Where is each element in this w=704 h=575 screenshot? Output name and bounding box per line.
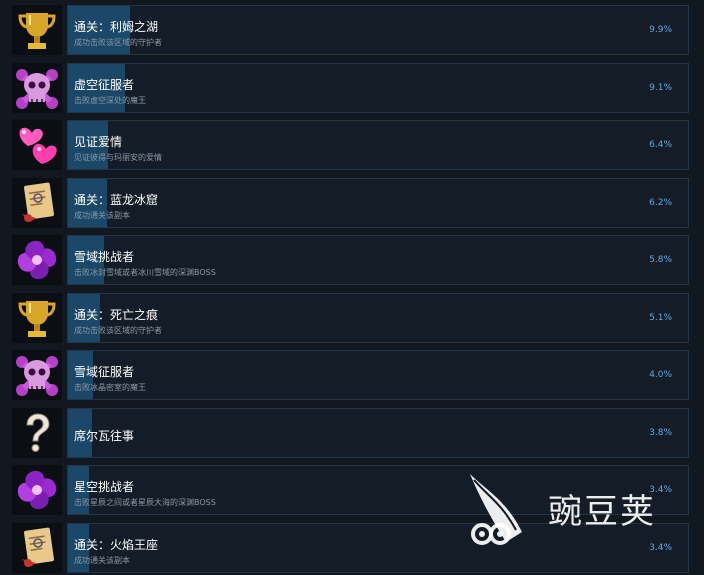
unlock-percentage: 3.8% (649, 427, 672, 438)
achievement-card: 见证爱情见证彼得与玛丽安的爱情 6.4% (67, 120, 689, 170)
achievement-row: 虚空征服者击败虚空深处的魔王 9.1% (0, 61, 704, 115)
achievement-card: 通关：利姆之湖成功击败该区域的守护者 9.9% (67, 5, 689, 55)
unlock-percentage: 6.4% (649, 140, 672, 150)
achievement-title: 席尔瓦往事 (74, 428, 135, 443)
achievement-card: 通关：死亡之痕成功击败该区域的守护者 5.1% (67, 292, 689, 343)
achievement-title: 通关：火焰王座 (74, 537, 159, 552)
achievement-description: 成功通关该副本 (74, 555, 130, 565)
purple-vortex-icon (12, 235, 62, 285)
unlock-percentage: 6.2% (649, 197, 672, 208)
achievement-title: 通关：利姆之湖 (74, 20, 159, 34)
achievement-card: 虚空征服者击败虚空深处的魔王 9.1% (67, 62, 689, 113)
achievement-row: 雪域挑战者击败冰封雪域或者冰川雪域的深渊BOSS 5.8% (0, 233, 704, 287)
unlock-percentage: 4.0% (649, 370, 672, 380)
unlock-percentage: 5.8% (649, 255, 672, 265)
hearts-icon (12, 120, 62, 170)
achievement-title: 雪域征服者 (74, 365, 135, 379)
achievement-row: 雪域征服者击败冰晶密室的魔王 4.0% (0, 348, 704, 402)
golden-trophy-icon (12, 5, 62, 55)
achievement-row: 通关：死亡之痕成功击败该区域的守护者 5.1% (0, 291, 704, 345)
question-mark-icon (12, 407, 62, 458)
achievement-description: 成功通关该副本 (74, 210, 130, 220)
purple-skull-icon (12, 350, 62, 400)
achievement-title: 星空挑战者 (74, 480, 135, 494)
unlock-percentage: 5.1% (649, 312, 672, 323)
watermark-text: 豌豆荚 (548, 492, 656, 532)
unlock-percentage: 9.9% (649, 25, 672, 35)
achievement-card: 雪域挑战者击败冰封雪域或者冰川雪域的深渊BOSS 5.8% (67, 235, 689, 285)
achievement-description: 见证彼得与玛丽安的爱情 (74, 153, 162, 162)
pea-pod-logo-icon (470, 474, 522, 545)
purple-skull-icon (12, 62, 62, 113)
achievement-row: 见证爱情见证彼得与玛丽安的爱情 6.4% (0, 118, 704, 172)
achievement-description: 击败冰封雪域或者冰川雪域的深渊BOSS (74, 268, 216, 277)
scroll-icon (12, 522, 62, 573)
achievement-title: 雪域挑战者 (74, 250, 135, 264)
achievement-description: 击败冰晶密室的魔王 (74, 383, 146, 392)
achievement-title: 通关：蓝龙冰窟 (74, 192, 159, 207)
achievement-title: 通关：死亡之痕 (74, 307, 159, 322)
watermark: 豌豆荚 (462, 470, 702, 550)
purple-vortex-icon (12, 465, 62, 515)
achievement-description: 击败虚空深处的魔王 (74, 95, 146, 105)
achievement-description: 成功击败该区域的守护者 (74, 325, 162, 335)
achievement-card: 席尔瓦往事 3.8% (67, 407, 689, 458)
unlock-percentage: 9.1% (649, 82, 672, 93)
achievement-title: 虚空征服者 (74, 77, 135, 92)
achievement-row: 通关：蓝龙冰窟成功通关该副本 6.2% (0, 176, 704, 230)
achievement-card: 雪域征服者击败冰晶密室的魔王 4.0% (67, 350, 689, 400)
achievement-card: 通关：蓝龙冰窟成功通关该副本 6.2% (67, 177, 689, 228)
golden-trophy-icon (12, 292, 62, 343)
achievement-title: 见证爱情 (74, 135, 123, 149)
achievement-row: 席尔瓦往事 3.8% (0, 406, 704, 460)
achievement-description: 击败星辰之间或者星辰大海的深渊BOSS (74, 498, 216, 507)
achievement-row: 通关：利姆之湖成功击败该区域的守护者 9.9% (0, 3, 704, 57)
achievement-description: 成功击败该区域的守护者 (74, 38, 162, 47)
scroll-icon (12, 177, 62, 228)
